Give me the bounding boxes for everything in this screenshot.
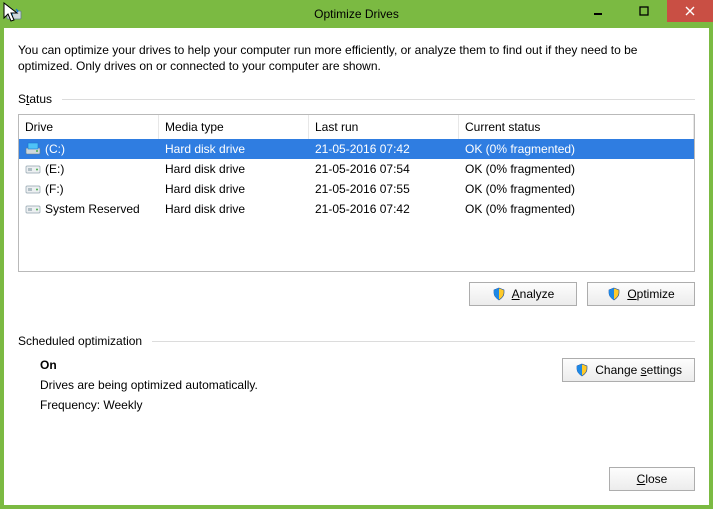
hdd-icon [25, 202, 41, 216]
table-row[interactable]: (E:) Hard disk drive21-05-2016 07:54OK (0… [19, 159, 694, 179]
scheduled-state: On [40, 358, 562, 372]
scheduled-label-text: Scheduled optimization [18, 334, 142, 348]
cell-lastrun: 21-05-2016 07:54 [309, 162, 459, 176]
cell-drive: (C:) [19, 142, 159, 156]
scheduled-section: Scheduled optimization On Drives are bei… [18, 334, 695, 418]
drive-name: (C:) [45, 142, 65, 156]
maximize-button[interactable] [621, 0, 667, 22]
scheduled-info: On Drives are being optimized automatica… [40, 358, 562, 418]
hdd-icon [25, 162, 41, 176]
app-icon [6, 6, 22, 22]
optimize-button[interactable]: Optimize [587, 282, 695, 306]
analyze-button-label: Analyze [512, 287, 555, 301]
table-row[interactable]: (C:) Hard disk drive21-05-2016 07:42OK (0… [19, 139, 694, 159]
cell-drive: (E:) [19, 162, 159, 176]
close-button[interactable]: Close [609, 467, 695, 491]
cell-media: Hard disk drive [159, 162, 309, 176]
scheduled-desc: Drives are being optimized automatically… [40, 378, 562, 392]
window-controls [575, 0, 713, 22]
cell-status: OK (0% fragmented) [459, 202, 694, 216]
drive-name: (F:) [45, 182, 64, 196]
table-row[interactable]: System Reserved Hard disk drive21-05-2016… [19, 199, 694, 219]
close-button-label: Close [637, 472, 668, 486]
col-header-status[interactable]: Current status [459, 115, 694, 139]
status-buttons: Analyze Optimize [18, 282, 695, 306]
divider [62, 99, 695, 100]
close-window-button[interactable] [667, 0, 713, 22]
status-section-label: Status [18, 92, 695, 106]
uac-shield-icon [607, 287, 621, 301]
cell-drive: System Reserved [19, 202, 159, 216]
title-bar: Optimize Drives [0, 0, 713, 28]
os-drive-icon [25, 142, 41, 156]
cell-status: OK (0% fragmented) [459, 162, 694, 176]
cell-media: Hard disk drive [159, 202, 309, 216]
cell-lastrun: 21-05-2016 07:42 [309, 142, 459, 156]
col-header-drive[interactable]: Drive [19, 115, 159, 139]
drive-name: System Reserved [45, 202, 140, 216]
cell-status: OK (0% fragmented) [459, 182, 694, 196]
client-area: You can optimize your drives to help you… [0, 28, 713, 509]
drives-listview[interactable]: Drive Media type Last run Current status… [18, 114, 695, 272]
analyze-button[interactable]: Analyze [469, 282, 577, 306]
cell-lastrun: 21-05-2016 07:55 [309, 182, 459, 196]
drive-name: (E:) [45, 162, 64, 176]
cell-drive: (F:) [19, 182, 159, 196]
footer-buttons: Close [609, 467, 695, 491]
divider [152, 341, 695, 342]
status-label-text: Status [18, 92, 52, 106]
cell-status: OK (0% fragmented) [459, 142, 694, 156]
table-row[interactable]: (F:) Hard disk drive21-05-2016 07:55OK (0… [19, 179, 694, 199]
cell-media: Hard disk drive [159, 182, 309, 196]
listview-header[interactable]: Drive Media type Last run Current status [19, 115, 694, 139]
intro-text: You can optimize your drives to help you… [18, 42, 695, 74]
col-header-media[interactable]: Media type [159, 115, 309, 139]
col-header-lastrun[interactable]: Last run [309, 115, 459, 139]
cell-lastrun: 21-05-2016 07:42 [309, 202, 459, 216]
change-settings-label: Change settings [595, 363, 682, 377]
cell-media: Hard disk drive [159, 142, 309, 156]
uac-shield-icon [575, 363, 589, 377]
minimize-button[interactable] [575, 0, 621, 22]
change-settings-button[interactable]: Change settings [562, 358, 695, 382]
scheduled-freq: Frequency: Weekly [40, 398, 562, 412]
uac-shield-icon [492, 287, 506, 301]
hdd-icon [25, 182, 41, 196]
scheduled-section-label: Scheduled optimization [18, 334, 695, 348]
optimize-button-label: Optimize [627, 287, 674, 301]
